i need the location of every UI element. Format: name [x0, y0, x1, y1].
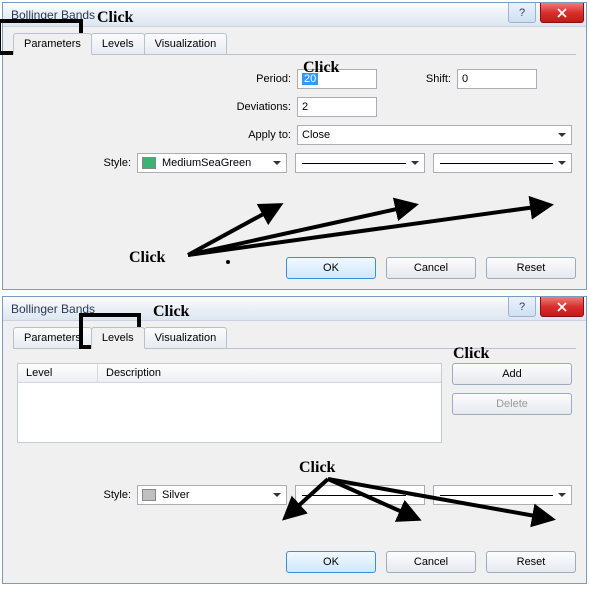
apply-to-select[interactable]: Close — [297, 125, 572, 145]
close-icon — [557, 302, 567, 312]
period-input[interactable]: 20 — [297, 69, 377, 89]
tab-visualization[interactable]: Visualization — [144, 327, 228, 348]
style-color-value: MediumSeaGreen — [162, 157, 251, 169]
window-title: Bollinger Bands — [11, 302, 95, 316]
reset-button[interactable]: Reset — [486, 257, 576, 279]
close-button[interactable] — [540, 297, 584, 317]
levels-table[interactable]: Level Description — [17, 363, 442, 443]
dialog-bollinger-parameters: Bollinger Bands ? Parameters Levels Visu… — [2, 2, 587, 290]
tab-bar: Parameters Levels Visualization — [13, 325, 576, 349]
label-style: Style: — [17, 489, 137, 501]
label-deviations: Deviations: — [17, 101, 297, 113]
apply-to-value: Close — [302, 129, 330, 141]
dialog-bollinger-levels: Bollinger Bands ? Parameters Levels Visu… — [2, 296, 587, 584]
style-color-select[interactable]: MediumSeaGreen — [137, 153, 287, 173]
style-color-value: Silver — [162, 489, 190, 501]
shift-input[interactable] — [457, 69, 537, 89]
tab-bar: Parameters Levels Visualization — [13, 31, 576, 55]
line-width-icon — [440, 495, 553, 496]
color-swatch-icon — [142, 157, 156, 169]
tab-parameters[interactable]: Parameters — [13, 327, 92, 348]
annotation-click: Click — [299, 459, 335, 477]
label-style: Style: — [17, 157, 137, 169]
ok-button[interactable]: OK — [286, 257, 376, 279]
ok-button[interactable]: OK — [286, 551, 376, 573]
titlebar: Bollinger Bands ? — [3, 297, 586, 321]
tab-parameters[interactable]: Parameters — [13, 33, 92, 55]
color-swatch-icon — [142, 489, 156, 501]
style-line-select[interactable] — [295, 485, 425, 505]
style-width-select[interactable] — [433, 485, 572, 505]
cancel-button[interactable]: Cancel — [386, 257, 476, 279]
help-button[interactable]: ? — [508, 3, 536, 23]
line-style-icon — [302, 163, 406, 164]
style-width-select[interactable] — [433, 153, 572, 173]
table-header-level: Level — [18, 364, 98, 382]
period-value: 20 — [302, 73, 318, 85]
tab-levels[interactable]: Levels — [91, 33, 145, 54]
help-button[interactable]: ? — [508, 297, 536, 317]
titlebar: Bollinger Bands ? — [3, 3, 586, 27]
deviations-input[interactable] — [297, 97, 377, 117]
close-icon — [557, 8, 567, 18]
tab-levels[interactable]: Levels — [91, 327, 145, 349]
label-period: Period: — [17, 73, 297, 85]
label-shift: Shift: — [377, 73, 457, 85]
tab-visualization[interactable]: Visualization — [144, 33, 228, 54]
table-header-description: Description — [98, 364, 441, 382]
window-title: Bollinger Bands — [11, 8, 95, 22]
style-line-select[interactable] — [295, 153, 425, 173]
close-button[interactable] — [540, 3, 584, 23]
reset-button[interactable]: Reset — [486, 551, 576, 573]
label-apply-to: Apply to: — [17, 129, 297, 141]
delete-button[interactable]: Delete — [452, 393, 572, 415]
style-color-select[interactable]: Silver — [137, 485, 287, 505]
cancel-button[interactable]: Cancel — [386, 551, 476, 573]
add-button[interactable]: Add — [452, 363, 572, 385]
line-width-icon — [440, 163, 553, 164]
line-style-icon — [302, 495, 406, 496]
